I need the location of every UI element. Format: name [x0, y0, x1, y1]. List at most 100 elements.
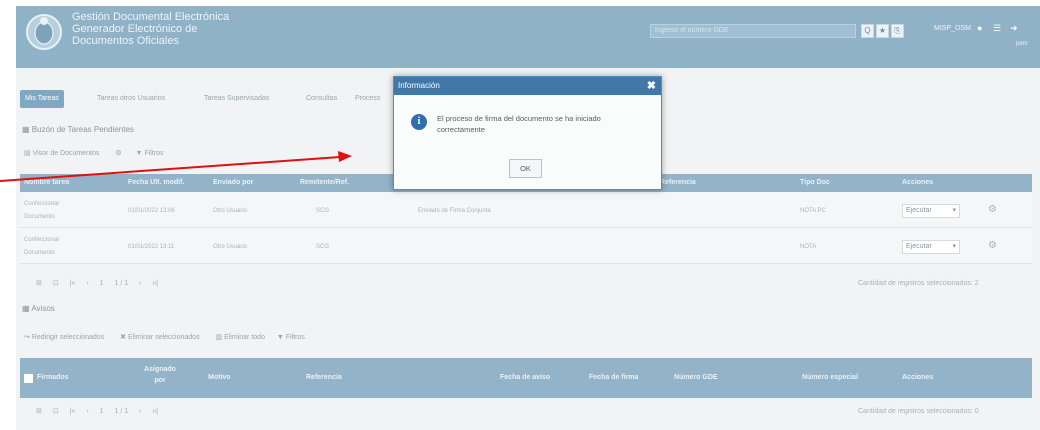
- avisos-section-title: ▦ Avisos: [22, 304, 55, 313]
- col-firmados[interactable]: Firmados: [37, 374, 69, 381]
- close-icon[interactable]: ✖: [647, 79, 656, 93]
- search-input[interactable]: Ingrese el número GDE: [650, 24, 856, 38]
- export-icon[interactable]: ⊞: [36, 280, 42, 287]
- tab-process[interactable]: Process: [350, 90, 385, 108]
- col-remitente[interactable]: Remitente/Ref.: [300, 179, 349, 186]
- task-name-line-2: Documento: [24, 250, 55, 256]
- app-title: Gestión Documental Electrónica Generador…: [72, 11, 229, 47]
- col-motivo[interactable]: Motivo: [208, 374, 231, 381]
- favorites-button[interactable]: ★: [876, 24, 889, 38]
- delete-icon: ✖: [120, 334, 127, 341]
- trash-icon: ▥: [215, 334, 223, 341]
- eliminar-todo-button[interactable]: Eliminar todo: [224, 334, 265, 341]
- next-page-button[interactable]: ›: [139, 408, 141, 415]
- col-tipo-doc[interactable]: Tipo Doc: [800, 179, 830, 186]
- pending-pager: ⊞ ⊡ |« ‹ 1 1 / 1 › »|: [36, 279, 167, 287]
- export-pdf-icon[interactable]: ⊡: [53, 408, 59, 415]
- page-of: 1 / 1: [114, 408, 129, 415]
- tab-consultas[interactable]: Consultas: [301, 90, 342, 108]
- next-page-button[interactable]: ›: [139, 280, 141, 287]
- logout-icon[interactable]: ➜: [1010, 23, 1018, 34]
- inbox-icon: ▦: [22, 304, 32, 313]
- page-input[interactable]: 1: [100, 280, 104, 287]
- document-viewer-icon: ▤: [24, 150, 33, 157]
- col-fecha-firma[interactable]: Fecha de firma: [589, 374, 638, 381]
- col-asignado-por[interactable]: Asignado por: [142, 364, 178, 386]
- task-from: Otro Usuario: [213, 244, 248, 250]
- search-button[interactable]: Q: [861, 24, 874, 38]
- col-fecha-aviso[interactable]: Fecha de aviso: [500, 374, 550, 381]
- filter-icon: ▼: [135, 150, 143, 157]
- col-fecha[interactable]: Fecha Ult. modif.: [128, 179, 184, 186]
- task-date: 01/01/2022 13:11: [128, 244, 175, 250]
- ok-button[interactable]: OK: [509, 159, 542, 178]
- first-page-button[interactable]: |«: [70, 280, 76, 287]
- table-row[interactable]: Confeccionar Documento 01/01/2022 13:06 …: [20, 192, 1032, 228]
- escudo-logo: [26, 14, 62, 50]
- task-name-line-2: Documento: [24, 214, 55, 220]
- col-acciones-avisos[interactable]: Acciones: [902, 374, 933, 381]
- app-title-line-2: Generador Electrónico de: [72, 23, 198, 35]
- redirigir-button[interactable]: Redirigir seleccionados: [32, 334, 104, 341]
- first-page-button[interactable]: |«: [70, 408, 76, 415]
- settings-icon[interactable]: ⚙: [115, 150, 121, 157]
- select-all-checkbox[interactable]: [24, 374, 33, 383]
- action-select[interactable]: Ejecutar ▾: [902, 240, 960, 254]
- info-icon: i: [411, 114, 427, 130]
- execute-gear-icon[interactable]: ⚙: [988, 204, 997, 215]
- task-name-line-1: Confeccionar: [24, 237, 60, 243]
- avisos-toolbar: ↪ Redirigir seleccionados ✖ Eliminar sel…: [24, 333, 305, 341]
- task-name-line-1: Confeccionar: [24, 201, 60, 207]
- filtros-avisos-button[interactable]: Filtros: [286, 334, 305, 341]
- user-name[interactable]: MISP_OSM: [934, 25, 971, 32]
- col-referencia-avisos[interactable]: Referencia: [306, 374, 342, 381]
- redirect-icon: ↪: [24, 334, 30, 341]
- eliminar-seleccionados-button[interactable]: Eliminar seleccionados: [128, 334, 200, 341]
- menu-icon[interactable]: ☰: [993, 23, 1001, 34]
- filter-icon: ▼: [276, 334, 284, 341]
- col-nombre-tarea[interactable]: Nombre tarea: [24, 179, 69, 186]
- export-icon[interactable]: ⊞: [36, 408, 42, 415]
- execute-gear-icon[interactable]: ⚙: [988, 240, 997, 251]
- tab-mis-tareas[interactable]: Mis Tareas: [20, 90, 64, 108]
- dialog-title[interactable]: Información: [394, 77, 661, 95]
- task-from: Otro Usuario: [213, 208, 248, 214]
- dialog-message: El proceso de firma del documento se ha …: [437, 114, 601, 134]
- task-type: NOTA: [800, 244, 817, 250]
- visor-documentos-button[interactable]: Visor de Documentos: [33, 150, 100, 157]
- task-ref: SCG: [316, 208, 330, 214]
- pending-count: Cantidad de registros seleccionados: 2: [858, 280, 979, 287]
- pending-section-title: ▦ Buzón de Tareas Pendientes: [22, 125, 134, 134]
- task-ref: SCG: [316, 244, 330, 250]
- app-title-line-3: Documentos Oficiales: [72, 35, 179, 47]
- last-page-button[interactable]: »|: [152, 408, 158, 415]
- export-pdf-icon[interactable]: ⊡: [53, 280, 59, 287]
- app-title-line-1: Gestión Documental Electrónica: [72, 11, 230, 23]
- info-dialog: Información ✖ i El proceso de firma del …: [393, 76, 662, 190]
- table-row[interactable]: Confeccionar Documento 01/01/2022 13:11 …: [20, 228, 1032, 264]
- col-enviado-por[interactable]: Enviado por: [213, 179, 253, 186]
- col-numero-especial[interactable]: Número especial: [802, 374, 858, 381]
- avisos-pager: ⊞ ⊡ |« ‹ 1 1 / 1 › »|: [36, 407, 167, 415]
- tab-tareas-supervisadas[interactable]: Tareas Supervisadas: [199, 90, 274, 108]
- page-of: 1 / 1: [114, 280, 129, 287]
- app-header: Gestión Documental Electrónica Generador…: [16, 6, 1040, 68]
- copy-button[interactable]: ⎘: [891, 24, 904, 38]
- col-referencia[interactable]: Referencia: [660, 179, 696, 186]
- prev-page-button[interactable]: ‹: [86, 408, 88, 415]
- action-select[interactable]: Ejecutar ▾: [902, 204, 960, 218]
- last-page-button[interactable]: »|: [152, 280, 158, 287]
- page-input[interactable]: 1: [100, 408, 104, 415]
- task-type: NOTA PC: [800, 208, 826, 214]
- col-numero-gde[interactable]: Número GDE: [674, 374, 718, 381]
- chevron-down-icon: ▾: [952, 207, 956, 214]
- user-subtext: pem: [1016, 41, 1028, 47]
- chevron-down-icon: ▾: [952, 243, 956, 250]
- user-icon[interactable]: ●: [977, 23, 982, 33]
- col-acciones[interactable]: Acciones: [902, 179, 933, 186]
- filtros-button[interactable]: Filtros: [144, 150, 163, 157]
- prev-page-button[interactable]: ‹: [86, 280, 88, 287]
- tab-tareas-otros-usuarios[interactable]: Tareas otros Usuarios: [92, 90, 170, 108]
- avisos-count: Cantidad de registros seleccionados: 0: [858, 408, 979, 415]
- task-desc: Enviado de Firma Conjunta: [418, 208, 491, 214]
